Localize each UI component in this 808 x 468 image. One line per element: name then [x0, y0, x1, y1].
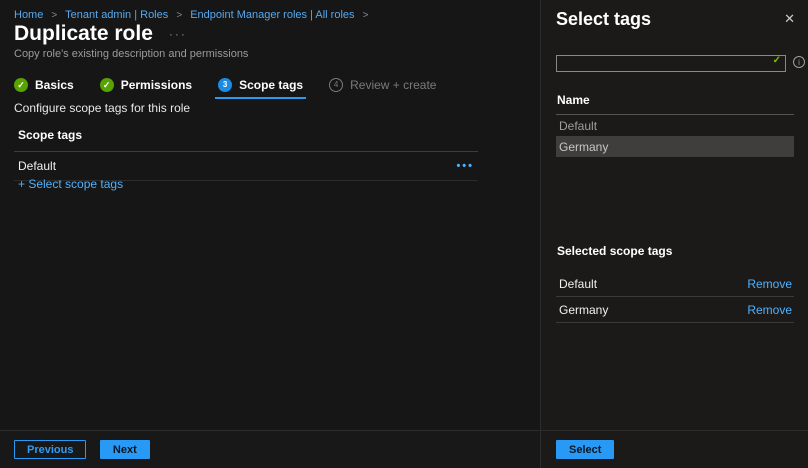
step-label: Review + create [350, 78, 436, 92]
configure-instruction: Configure scope tags for this role [14, 101, 190, 115]
step-complete-check-icon: ✓ [14, 78, 28, 92]
select-tags-panel: Select tags ✕ ✓ i Name Default Germany S… [540, 0, 808, 468]
selected-tag-name: Default [559, 277, 597, 291]
select-button[interactable]: Select [556, 440, 614, 459]
wizard-footer: Previous Next [0, 430, 540, 468]
step-permissions[interactable]: ✓ Permissions [100, 78, 192, 92]
selected-tag-row: Germany Remove [556, 297, 794, 323]
row-context-menu-icon[interactable]: ••• [456, 162, 474, 170]
next-button[interactable]: Next [100, 440, 150, 459]
selected-tag-row: Default Remove [556, 271, 794, 297]
step-complete-check-icon: ✓ [100, 78, 114, 92]
main-content: Home > Tenant admin | Roles > Endpoint M… [0, 0, 540, 468]
wizard-steps: ✓ Basics ✓ Permissions 3 Scope tags 4 Re… [14, 75, 436, 95]
breadcrumb-endpoint-roles-link[interactable]: Endpoint Manager roles | All roles [190, 9, 354, 21]
scope-tags-table: Scope tags Default ••• [14, 124, 478, 181]
breadcrumb: Home > Tenant admin | Roles > Endpoint M… [14, 9, 373, 21]
close-icon[interactable]: ✕ [784, 12, 795, 25]
tag-list: Name Default Germany [556, 93, 794, 157]
selected-scope-tags-heading: Selected scope tags [556, 244, 794, 258]
tag-list-item-default[interactable]: Default [556, 115, 794, 136]
duplicate-role-screen: Home > Tenant admin | Roles > Endpoint M… [0, 0, 808, 468]
breadcrumb-separator: > [51, 10, 57, 21]
remove-default-link[interactable]: Remove [747, 277, 792, 291]
breadcrumb-tenant-admin-link[interactable]: Tenant admin | Roles [65, 9, 168, 21]
step-review-create[interactable]: 4 Review + create [329, 78, 436, 92]
panel-title: Select tags [556, 9, 651, 30]
page-title: Duplicate role [14, 22, 153, 46]
step-label: Scope tags [239, 78, 303, 92]
tag-search-row: ✓ i [556, 53, 805, 72]
selected-scope-tags-section: Selected scope tags Default Remove Germa… [556, 244, 794, 323]
selected-tag-name: Germany [559, 303, 608, 317]
panel-footer: Select [541, 430, 808, 468]
tag-search-input[interactable] [556, 55, 786, 72]
previous-button[interactable]: Previous [14, 440, 86, 459]
tag-list-item-germany[interactable]: Germany [556, 136, 794, 157]
page-subtitle: Copy role's existing description and per… [14, 48, 248, 60]
scope-tag-name: Default [18, 159, 56, 173]
tag-list-name-header: Name [556, 93, 794, 115]
scope-tags-column-header: Scope tags [14, 124, 478, 152]
breadcrumb-home-link[interactable]: Home [14, 9, 43, 21]
remove-germany-link[interactable]: Remove [747, 303, 792, 317]
step-label: Basics [35, 78, 74, 92]
step-basics[interactable]: ✓ Basics [14, 78, 74, 92]
breadcrumb-separator: > [363, 10, 369, 21]
step-scope-tags[interactable]: 3 Scope tags [218, 78, 303, 92]
breadcrumb-separator: > [176, 10, 182, 21]
title-overflow-menu-icon[interactable]: ··· [169, 27, 187, 41]
step-number-icon: 3 [218, 78, 232, 92]
step-label: Permissions [121, 78, 192, 92]
info-icon[interactable]: i [793, 56, 805, 68]
page-title-row: Duplicate role ··· [14, 22, 187, 46]
step-number-icon: 4 [329, 78, 343, 92]
select-scope-tags-link[interactable]: + Select scope tags [18, 177, 123, 191]
